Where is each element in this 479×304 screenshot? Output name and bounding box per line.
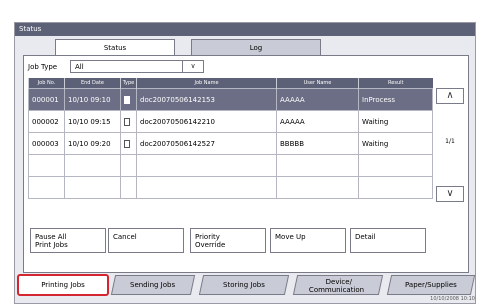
scroll-up-button[interactable]: ∧	[436, 88, 464, 104]
user-name-cell: BBBBB	[276, 132, 359, 155]
status-panel: Job Type All ∨ Job No. End Date Type Job…	[23, 55, 469, 273]
scroll-down-button[interactable]: ∨	[436, 186, 464, 202]
table-row[interactable]: 000002 10/10 09:15 doc20070506142210 AAA…	[28, 110, 433, 133]
storing-label: Storing Jobs	[223, 281, 265, 289]
type-cell	[120, 132, 137, 155]
job-no-cell: 000002	[28, 110, 65, 133]
end-date-cell: 10/10 09:20	[64, 132, 121, 155]
cancel-label: Cancel	[113, 233, 137, 241]
table-scrollbar: ∧ 1/1 ∨	[436, 88, 464, 202]
pause-all-print-jobs-button[interactable]: Pause All Print Jobs	[30, 228, 106, 253]
document-icon	[124, 117, 130, 126]
col-user-name: User Name	[276, 78, 359, 89]
col-job-no: Job No.	[28, 78, 65, 89]
job-name-cell: doc20070506142153	[136, 88, 277, 111]
device-label-line1: Device/	[325, 278, 352, 286]
job-type-select[interactable]: All ∨	[70, 60, 204, 73]
result-cell: InProcess	[358, 88, 433, 111]
job-table: Job No. End Date Type Job Name User Name…	[28, 78, 433, 199]
tab-device-communication[interactable]: Device/Communication	[292, 275, 384, 295]
tab-sending-jobs[interactable]: Sending Jobs	[110, 275, 196, 295]
detail-label: Detail	[355, 233, 376, 241]
col-type: Type	[120, 78, 137, 89]
status-bar-datetime: 10/10/2008 10:10	[430, 296, 475, 302]
col-result: Result	[358, 78, 433, 89]
detail-button[interactable]: Detail	[350, 228, 426, 253]
chevron-up-icon: ∧	[446, 90, 454, 101]
pause-label-line1: Pause All	[35, 233, 67, 241]
move-up-button[interactable]: Move Up	[270, 228, 346, 253]
chevron-down-icon: ∨	[182, 61, 203, 72]
job-name-cell: doc20070506142527	[136, 132, 277, 155]
table-row[interactable]: 000001 10/10 09:10 doc20070506142153 AAA…	[28, 88, 433, 111]
priority-label-line1: Priority	[195, 233, 220, 241]
col-job-name: Job Name	[136, 78, 277, 89]
user-name-cell: AAAAA	[276, 110, 359, 133]
priority-override-button[interactable]: Priority Override	[190, 228, 266, 253]
result-cell: Waiting	[358, 110, 433, 133]
move-up-label: Move Up	[275, 233, 306, 241]
table-row-empty	[28, 154, 433, 177]
tab-printing-jobs[interactable]: Printing Jobs	[17, 274, 109, 296]
table-row[interactable]: 000003 10/10 09:20 doc20070506142527 BBB…	[28, 132, 433, 155]
pause-label-line2: Print Jobs	[35, 241, 68, 249]
page-indicator: 1/1	[445, 138, 455, 145]
document-icon	[124, 139, 130, 148]
tab-paper-supplies[interactable]: Paper/Supplies	[386, 275, 476, 295]
window-title: Status	[15, 23, 475, 36]
tab-status[interactable]: Status	[55, 39, 175, 55]
tab-storing-jobs[interactable]: Storing Jobs	[198, 275, 290, 295]
result-cell: Waiting	[358, 132, 433, 155]
job-no-cell: 000003	[28, 132, 65, 155]
job-type-value: All	[75, 63, 84, 71]
chevron-down-icon: ∨	[446, 188, 454, 199]
type-cell	[120, 88, 137, 111]
paper-label: Paper/Supplies	[405, 281, 457, 289]
table-row-empty	[28, 176, 433, 199]
user-name-cell: AAAAA	[276, 88, 359, 111]
job-name-cell: doc20070506142210	[136, 110, 277, 133]
job-no-cell: 000001	[28, 88, 65, 111]
status-screen: Status Status Log Job Type All ∨ Job No.…	[14, 22, 476, 304]
cancel-button[interactable]: Cancel	[108, 228, 184, 253]
end-date-cell: 10/10 09:10	[64, 88, 121, 111]
type-cell	[120, 110, 137, 133]
table-header-row: Job No. End Date Type Job Name User Name…	[28, 78, 433, 89]
sending-label: Sending Jobs	[130, 281, 176, 289]
priority-label-line2: Override	[195, 241, 226, 249]
end-date-cell: 10/10 09:15	[64, 110, 121, 133]
device-label-line2: Communication	[309, 286, 365, 294]
document-icon	[124, 95, 130, 104]
tab-log[interactable]: Log	[191, 39, 321, 55]
job-type-label: Job Type	[28, 63, 58, 71]
col-end-date: End Date	[64, 78, 121, 89]
